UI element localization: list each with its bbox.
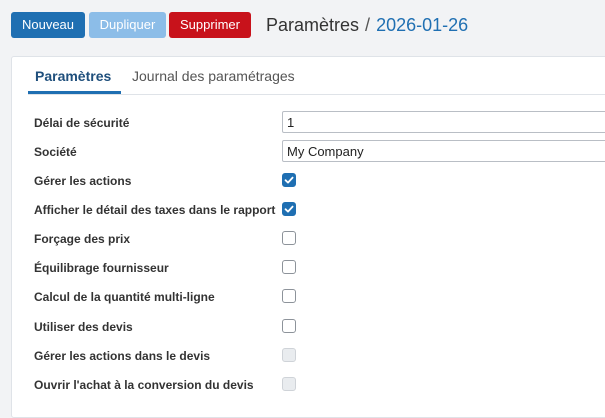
use-quotes-checkbox[interactable] [282, 319, 296, 333]
field-row-company: Société [12, 140, 605, 164]
checkbox-row-use-quotes: Utiliser des devis [12, 315, 605, 339]
manage-actions-in-quote-label: Gérer les actions dans le devis [34, 349, 211, 363]
checkbox-row-supplier-balancing: Équilibrage fournisseur [12, 256, 605, 280]
active-tab-indicator [28, 91, 121, 94]
manage-actions-label: Gérer les actions [34, 174, 132, 188]
supplier-balancing-label: Équilibrage fournisseur [34, 261, 169, 275]
security-delay-input[interactable] [282, 111, 605, 133]
checkbox-row-show-tax-detail: Afficher le détail des taxes dans le rap… [12, 198, 605, 222]
delete-button[interactable]: Supprimer [169, 12, 251, 38]
multiline-quantity-checkbox[interactable] [282, 289, 296, 303]
tab-bar: Paramètres Journal des paramétrages [28, 57, 605, 95]
breadcrumb-separator: / [365, 15, 371, 35]
supplier-balancing-checkbox[interactable] [282, 260, 296, 274]
company-label: Société [34, 145, 77, 159]
open-purchase-on-quote-conversion-label: Ouvrir l'achat à la conversion du devis [34, 378, 254, 392]
manage-actions-checkbox[interactable] [282, 173, 296, 187]
breadcrumb: Paramètres /2026-01-26 [266, 13, 468, 37]
toolbar: Nouveau Dupliquer Supprimer Paramètres /2… [0, 0, 605, 50]
checkbox-row-manage-actions-in-quote: Gérer les actions dans le devis [12, 344, 605, 368]
tab-journal-parametrages[interactable]: Journal des paramétrages [132, 67, 295, 85]
checkbox-row-price-forcing: Forçage des prix [12, 227, 605, 251]
checkbox-row-open-purchase-on-quote-conversion: Ouvrir l'achat à la conversion du devis [12, 373, 605, 397]
multiline-quantity-label: Calcul de la quantité multi-ligne [34, 290, 215, 304]
use-quotes-label: Utiliser des devis [34, 320, 133, 334]
checkmark-icon [284, 205, 294, 213]
show-tax-detail-checkbox[interactable] [282, 202, 296, 216]
company-input[interactable] [282, 140, 605, 162]
form-sheet: Paramètres Journal des paramétrages Déla… [11, 56, 605, 418]
manage-actions-in-quote-checkbox [282, 348, 296, 362]
checkbox-row-multiline-quantity: Calcul de la quantité multi-ligne [12, 285, 605, 309]
open-purchase-on-quote-conversion-checkbox [282, 377, 296, 391]
price-forcing-checkbox[interactable] [282, 231, 296, 245]
checkbox-row-manage-actions: Gérer les actions [12, 169, 605, 193]
price-forcing-label: Forçage des prix [34, 232, 131, 246]
duplicate-button[interactable]: Dupliquer [89, 12, 166, 38]
new-button[interactable]: Nouveau [11, 12, 85, 38]
security-delay-label: Délai de sécurité [34, 116, 130, 130]
breadcrumb-parent[interactable]: Paramètres [266, 15, 359, 35]
show-tax-detail-label: Afficher le détail des taxes dans le rap… [34, 203, 276, 217]
field-row-security-delay: Délai de sécurité [12, 111, 605, 135]
checkmark-icon [284, 176, 294, 184]
breadcrumb-current: 2026-01-26 [376, 15, 469, 35]
tab-parametres[interactable]: Paramètres [35, 67, 111, 85]
